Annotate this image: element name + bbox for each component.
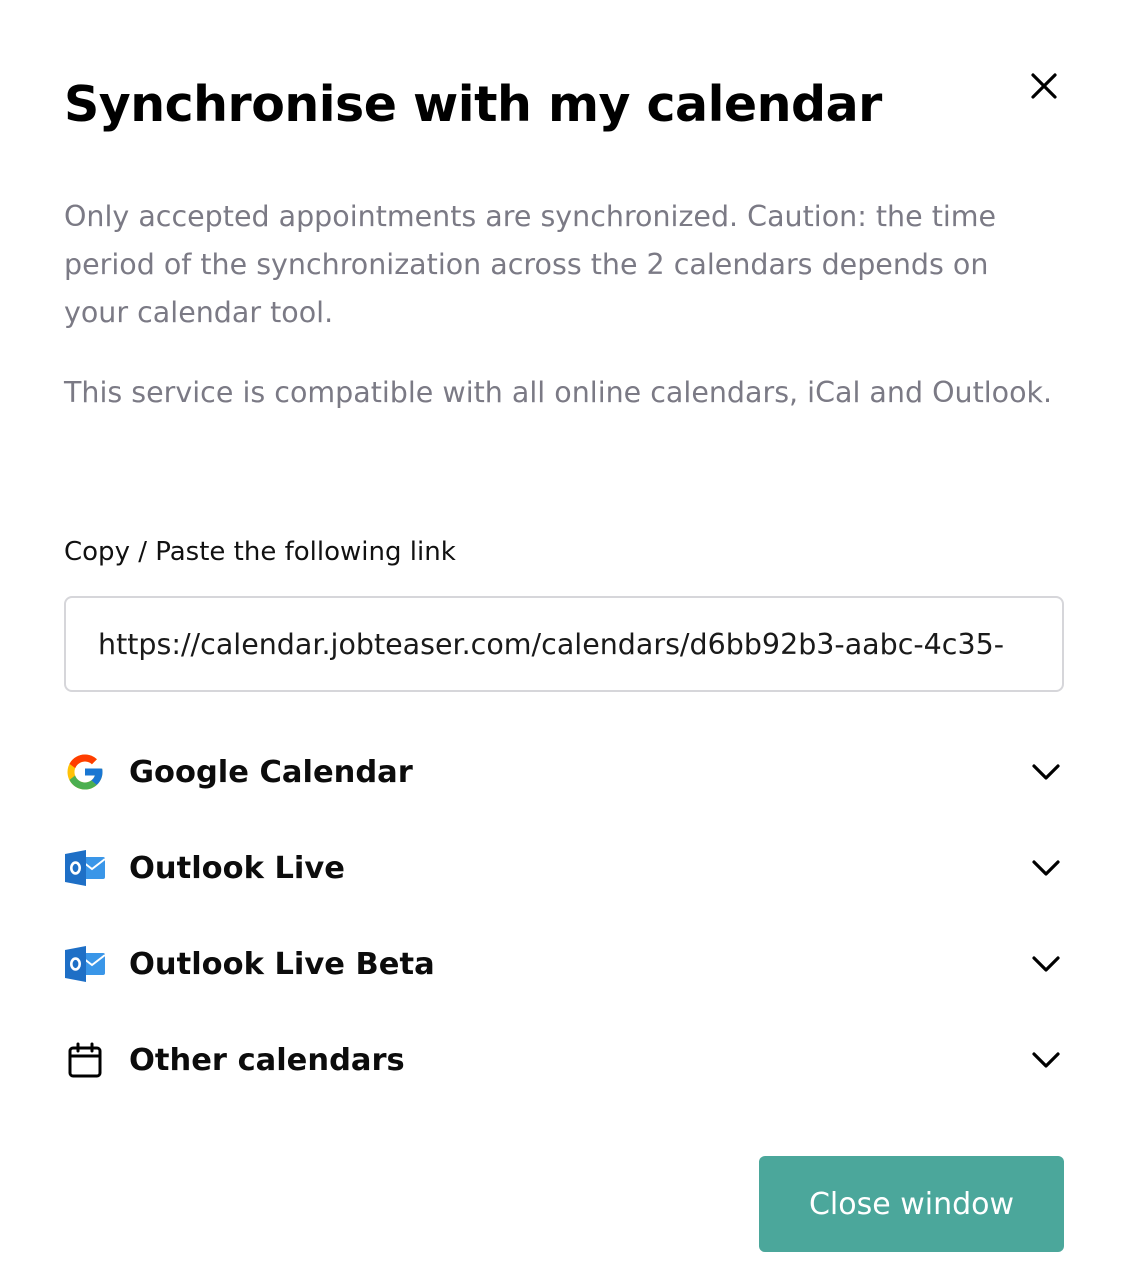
calendar-sync-modal: Synchronise with my calendar Only accept… xyxy=(0,0,1128,1266)
accordion-outlook-live-beta[interactable]: Outlook Live Beta xyxy=(64,932,1064,996)
accordion-label: Google Calendar xyxy=(129,754,413,790)
outlook-icon xyxy=(64,943,106,985)
link-label: Copy / Paste the following link xyxy=(64,537,456,567)
close-window-button[interactable]: Close window xyxy=(759,1156,1064,1252)
outlook-icon xyxy=(64,847,106,889)
google-icon xyxy=(64,751,106,793)
accordion-label: Outlook Live xyxy=(129,850,345,886)
close-icon[interactable] xyxy=(1020,62,1068,110)
chevron-down-icon xyxy=(1028,1042,1064,1078)
chevron-down-icon xyxy=(1028,754,1064,790)
calendar-icon xyxy=(64,1039,106,1081)
accordion-outlook-live[interactable]: Outlook Live xyxy=(64,836,1064,900)
accordion-other-calendars[interactable]: Other calendars xyxy=(64,1028,1064,1092)
calendar-link-input[interactable] xyxy=(64,596,1064,692)
accordion-google-calendar[interactable]: Google Calendar xyxy=(64,740,1064,804)
chevron-down-icon xyxy=(1028,946,1064,982)
modal-title: Synchronise with my calendar xyxy=(64,76,882,133)
accordion-label: Outlook Live Beta xyxy=(129,946,435,982)
accordion-label: Other calendars xyxy=(129,1042,405,1078)
chevron-down-icon xyxy=(1028,850,1064,886)
compatibility-text: This service is compatible with all onli… xyxy=(64,376,1053,409)
sync-caution-text: Only accepted appointments are synchroni… xyxy=(64,200,997,329)
